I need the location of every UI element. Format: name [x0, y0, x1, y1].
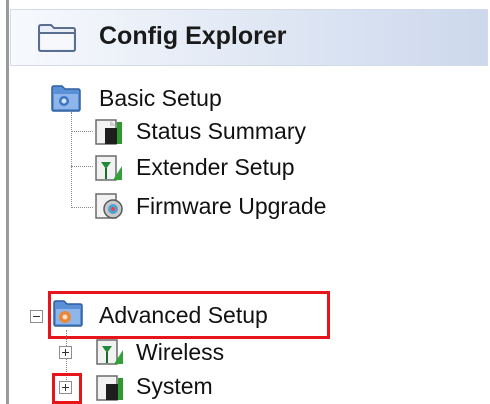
config-explorer-header: Config Explorer	[10, 9, 488, 66]
tree-node-label: Firmware Upgrade	[136, 193, 327, 219]
expand-toggle-icon[interactable]	[59, 346, 72, 359]
tree-connector-line	[71, 166, 93, 167]
wireless-antenna-icon	[96, 339, 123, 365]
folder-icon	[38, 24, 76, 52]
network-folder-icon	[51, 85, 81, 112]
collapse-toggle-icon[interactable]	[30, 310, 43, 323]
highlight-box-system-expander	[52, 373, 82, 404]
extender-antenna-icon	[95, 155, 122, 181]
tree-connector-line	[71, 131, 93, 132]
panel-left-border	[6, 0, 9, 404]
status-device-icon	[95, 119, 122, 145]
tree-connector-line	[71, 207, 93, 208]
panel-title: Config Explorer	[99, 22, 287, 50]
firmware-disc-icon	[95, 193, 123, 219]
tree-node-label: Wireless	[136, 339, 225, 365]
tree-node-label: System	[136, 373, 213, 399]
highlight-box-advanced-setup	[48, 291, 330, 339]
tree-connector-line	[71, 112, 72, 208]
system-device-icon	[96, 375, 123, 401]
tree-node-label: Extender Setup	[136, 154, 295, 180]
tree-node-label: Status Summary	[136, 118, 306, 144]
tree-node-label: Basic Setup	[99, 85, 222, 111]
